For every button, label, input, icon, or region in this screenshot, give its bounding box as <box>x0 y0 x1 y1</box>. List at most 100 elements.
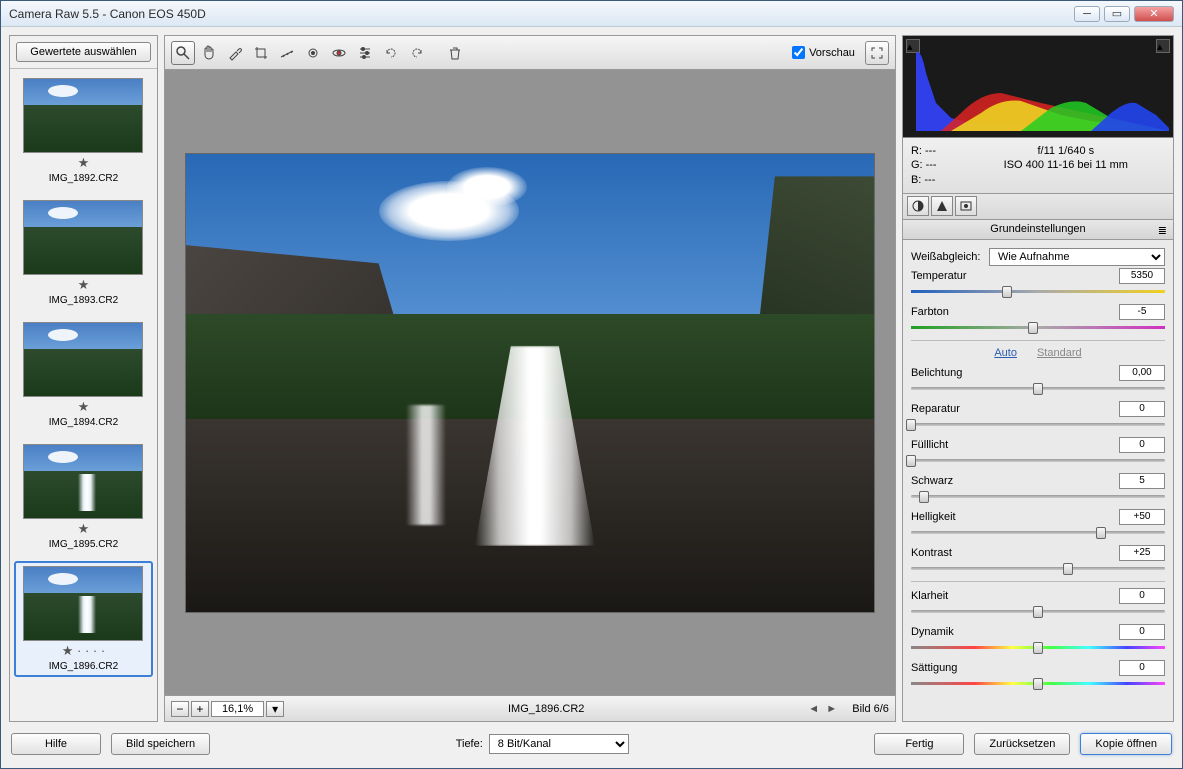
maximize-button[interactable]: ▭ <box>1104 6 1130 22</box>
bottom-bar: Hilfe Bild speichern Tiefe: 8 Bit/Kanal … <box>9 728 1174 760</box>
clar-label: Klarheit <box>911 590 983 602</box>
star-rating[interactable]: ★ <box>19 155 148 171</box>
clar-slider-thumb[interactable] <box>1033 606 1043 618</box>
contr-slider-thumb[interactable] <box>1063 563 1073 575</box>
auto-link[interactable]: Auto <box>994 347 1017 359</box>
zoom-dropdown-icon[interactable]: ▾ <box>266 701 284 717</box>
star-rating[interactable]: ★ · · · · <box>19 643 148 659</box>
thumb-item[interactable]: ★ · · · · IMG_1896.CR2 <box>14 561 153 677</box>
black-slider[interactable] <box>911 491 1165 501</box>
vib-slider[interactable] <box>911 642 1165 652</box>
histogram[interactable]: ▴ ▴ <box>903 36 1173 138</box>
temp-slider-thumb[interactable] <box>1002 286 1012 298</box>
straighten-tool-icon[interactable] <box>275 41 299 65</box>
tint-value[interactable] <box>1119 304 1165 320</box>
help-button[interactable]: Hilfe <box>11 733 101 755</box>
preview-checkbox[interactable]: Vorschau <box>792 46 855 59</box>
vib-slider-thumb[interactable] <box>1033 642 1043 654</box>
contr-slider[interactable] <box>911 563 1165 573</box>
rotate-cw-icon[interactable] <box>405 41 429 65</box>
redeye-tool-icon[interactable] <box>327 41 351 65</box>
thumb-item[interactable]: ★ IMG_1893.CR2 <box>14 195 153 311</box>
zoom-out-button[interactable]: − <box>171 701 189 717</box>
star-rating[interactable]: ★ <box>19 399 148 415</box>
titlebar[interactable]: Camera Raw 5.5 - Canon EOS 450D ─ ▭ ✕ <box>1 1 1182 27</box>
reset-button[interactable]: Zurücksetzen <box>974 733 1070 755</box>
fill-slider-thumb[interactable] <box>906 455 916 467</box>
expo-label: Belichtung <box>911 367 983 379</box>
save-image-button[interactable]: Bild speichern <box>111 733 210 755</box>
filmstrip-scroll[interactable]: ★ IMG_1892.CR2 ★ IMG_1893.CR2 ★ IMG_1894… <box>10 69 157 721</box>
tint-slider[interactable] <box>911 322 1165 332</box>
preview-area[interactable] <box>165 70 895 695</box>
statusbar: − + 16,1% ▾ IMG_1896.CR2 ◄ ► Bild 6/6 <box>165 695 895 721</box>
done-button[interactable]: Fertig <box>874 733 964 755</box>
sat-value[interactable] <box>1119 660 1165 676</box>
sat-slider-thumb[interactable] <box>1033 678 1043 690</box>
next-image-button[interactable]: ► <box>826 703 842 715</box>
fill-slider[interactable] <box>911 455 1165 465</box>
crop-tool-icon[interactable] <box>249 41 273 65</box>
clar-slider[interactable] <box>911 606 1165 616</box>
expo-slider-thumb[interactable] <box>1033 383 1043 395</box>
thumb-image <box>23 566 143 641</box>
expo-slider[interactable] <box>911 383 1165 393</box>
thumb-item[interactable]: ★ IMG_1892.CR2 <box>14 73 153 189</box>
bright-value[interactable] <box>1119 509 1165 525</box>
close-button[interactable]: ✕ <box>1134 6 1174 22</box>
panel-menu-icon[interactable]: ≣ <box>1158 224 1167 237</box>
tab-basic-icon[interactable] <box>907 196 929 216</box>
fullscreen-toggle-icon[interactable] <box>865 41 889 65</box>
expo-value[interactable] <box>1119 365 1165 381</box>
sat-slider[interactable] <box>911 678 1165 688</box>
zoom-tool-icon[interactable] <box>171 41 195 65</box>
recov-slider[interactable] <box>911 419 1165 429</box>
black-value[interactable] <box>1119 473 1165 489</box>
recov-value[interactable] <box>1119 401 1165 417</box>
tab-curve-icon[interactable] <box>931 196 953 216</box>
thumb-image <box>23 322 143 397</box>
minimize-button[interactable]: ─ <box>1074 6 1100 22</box>
thumb-item[interactable]: ★ IMG_1894.CR2 <box>14 317 153 433</box>
temp-value[interactable] <box>1119 268 1165 284</box>
open-copy-button[interactable]: Kopie öffnen <box>1080 733 1172 755</box>
recov-label: Reparatur <box>911 403 983 415</box>
hand-tool-icon[interactable] <box>197 41 221 65</box>
temp-label: Temperatur <box>911 270 983 282</box>
tint-label: Farbton <box>911 306 983 318</box>
tab-detail-icon[interactable] <box>955 196 977 216</box>
star-rating[interactable]: ★ <box>19 521 148 537</box>
app-window: Camera Raw 5.5 - Canon EOS 450D ─ ▭ ✕ Ge… <box>0 0 1183 769</box>
panel-body: Weißabgleich: Wie Aufnahme Temperatur Fa… <box>903 240 1173 721</box>
spot-removal-icon[interactable] <box>301 41 325 65</box>
prefs-icon[interactable] <box>353 41 377 65</box>
tint-slider-thumb[interactable] <box>1028 322 1038 334</box>
wb-eyedropper-icon[interactable] <box>223 41 247 65</box>
prev-image-button[interactable]: ◄ <box>808 703 824 715</box>
wb-select[interactable]: Wie Aufnahme <box>989 248 1165 266</box>
select-rated-button[interactable]: Gewertete auswählen <box>16 42 151 62</box>
depth-select[interactable]: 8 Bit/Kanal <box>489 734 629 754</box>
exif-readout: R: --- G: --- B: --- f/11 1/640 s ISO 40… <box>903 138 1173 194</box>
temp-slider[interactable] <box>911 286 1165 296</box>
recov-slider-thumb[interactable] <box>906 419 916 431</box>
fill-value[interactable] <box>1119 437 1165 453</box>
exif-g: G: --- <box>911 158 937 172</box>
bright-slider[interactable] <box>911 527 1165 537</box>
trash-icon[interactable] <box>443 41 467 65</box>
contr-value[interactable] <box>1119 545 1165 561</box>
vib-value[interactable] <box>1119 624 1165 640</box>
black-slider-thumb[interactable] <box>919 491 929 503</box>
zoom-value[interactable]: 16,1% <box>211 701 264 717</box>
standard-link[interactable]: Standard <box>1037 347 1082 359</box>
thumb-item[interactable]: ★ IMG_1895.CR2 <box>14 439 153 555</box>
thumb-filename: IMG_1896.CR2 <box>19 661 148 672</box>
bright-slider-thumb[interactable] <box>1096 527 1106 539</box>
star-rating[interactable]: ★ <box>19 277 148 293</box>
preview-checkbox-input[interactable] <box>792 46 805 59</box>
clar-value[interactable] <box>1119 588 1165 604</box>
zoom-in-button[interactable]: + <box>191 701 209 717</box>
thumb-image <box>23 200 143 275</box>
right-panel: ▴ ▴ R: --- G: --- B: --- <box>902 35 1174 722</box>
rotate-ccw-icon[interactable] <box>379 41 403 65</box>
